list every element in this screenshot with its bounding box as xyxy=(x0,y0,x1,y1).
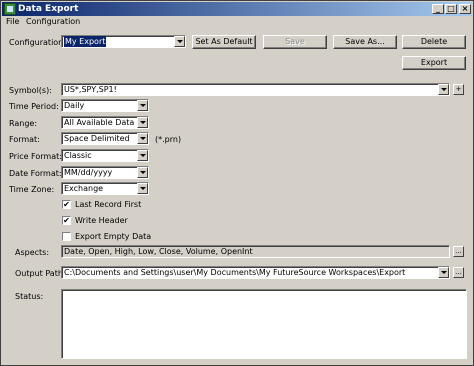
format-label: Format: xyxy=(9,135,40,144)
time-period-select[interactable]: Daily xyxy=(61,99,149,112)
time-zone-label: Time Zone: xyxy=(9,185,55,194)
aspects-value: Date, Open, High, Low, Close, Volume, Op… xyxy=(64,247,253,256)
title-bar[interactable]: Data Export _ □ × xyxy=(2,2,472,16)
menu-bar: File Configuration xyxy=(2,16,472,28)
chevron-down-icon[interactable] xyxy=(137,150,148,161)
write-header-label[interactable]: Write Header xyxy=(75,216,128,226)
aspects-label: Aspects: xyxy=(15,248,50,257)
window-title: Data Export xyxy=(18,4,79,14)
symbols-value: US*,SPY,SP1! xyxy=(64,85,117,94)
add-symbol-button[interactable]: + xyxy=(453,84,464,95)
delete-button[interactable]: Delete xyxy=(402,35,466,49)
output-path-input[interactable]: C:\Documents and Settings\user\My Docume… xyxy=(61,266,450,279)
time-zone-value: Exchange xyxy=(64,184,104,193)
chevron-down-icon[interactable] xyxy=(174,36,185,47)
chevron-down-icon[interactable] xyxy=(438,84,449,95)
price-format-select[interactable]: Classic xyxy=(61,149,149,162)
configuration-select[interactable]: My Export xyxy=(61,35,186,48)
export-empty-data-label[interactable]: Export Empty Data xyxy=(75,232,151,242)
chevron-down-icon[interactable] xyxy=(137,183,148,194)
time-period-value: Daily xyxy=(64,101,85,110)
save-button[interactable]: Save xyxy=(263,35,327,49)
symbols-label: Symbol(s): xyxy=(9,86,52,95)
status-label: Status: xyxy=(15,292,44,301)
last-record-first-label[interactable]: Last Record First xyxy=(75,200,141,210)
chevron-down-icon[interactable] xyxy=(438,267,449,278)
symbols-input[interactable]: US*,SPY,SP1! xyxy=(61,83,450,96)
chevron-down-icon[interactable] xyxy=(137,117,148,128)
aspects-field: Date, Open, High, Low, Close, Volume, Op… xyxy=(61,245,450,258)
minimize-button[interactable]: _ xyxy=(432,4,444,14)
maximize-button[interactable]: □ xyxy=(445,4,457,14)
menu-configuration[interactable]: Configuration xyxy=(26,17,80,27)
chevron-down-icon[interactable] xyxy=(137,100,148,111)
set-as-default-button[interactable]: Set As Default xyxy=(192,35,256,49)
format-extension: (*.prn) xyxy=(155,135,182,144)
menu-file[interactable]: File xyxy=(6,17,19,27)
save-as-button[interactable]: Save As... xyxy=(333,35,397,49)
write-header-checkbox[interactable]: ✔ xyxy=(62,216,71,225)
configuration-label: Configuration: xyxy=(9,38,66,47)
chevron-down-icon[interactable] xyxy=(137,133,148,144)
format-select[interactable]: Space Delimited xyxy=(61,132,149,145)
export-empty-data-checkbox[interactable] xyxy=(62,232,71,241)
range-select[interactable]: All Available Data xyxy=(61,116,149,129)
output-path-browse-button[interactable]: ... xyxy=(453,267,464,278)
format-value: Space Delimited xyxy=(64,134,130,143)
date-format-value: MM/dd/yyyy xyxy=(64,168,113,177)
export-button[interactable]: Export xyxy=(402,56,466,70)
last-record-first-checkbox[interactable]: ✔ xyxy=(62,200,71,209)
output-path-label: Output Path: xyxy=(15,269,66,278)
close-button[interactable]: × xyxy=(459,4,471,14)
range-value: All Available Data xyxy=(64,118,135,127)
date-format-label: Date Format: xyxy=(9,169,62,178)
app-icon xyxy=(4,3,16,15)
data-export-window: Data Export _ □ × File Configuration Con… xyxy=(0,0,474,366)
price-format-label: Price Format: xyxy=(9,152,62,161)
range-label: Range: xyxy=(9,119,38,128)
date-format-select[interactable]: MM/dd/yyyy xyxy=(61,166,149,179)
time-period-label: Time Period: xyxy=(9,102,59,111)
output-path-value: C:\Documents and Settings\user\My Docume… xyxy=(64,268,406,277)
time-zone-select[interactable]: Exchange xyxy=(61,182,149,195)
price-format-value: Classic xyxy=(64,151,92,160)
aspects-browse-button[interactable]: ... xyxy=(453,246,464,257)
configuration-value: My Export xyxy=(64,36,107,47)
chevron-down-icon[interactable] xyxy=(137,167,148,178)
status-textarea[interactable] xyxy=(61,289,467,359)
